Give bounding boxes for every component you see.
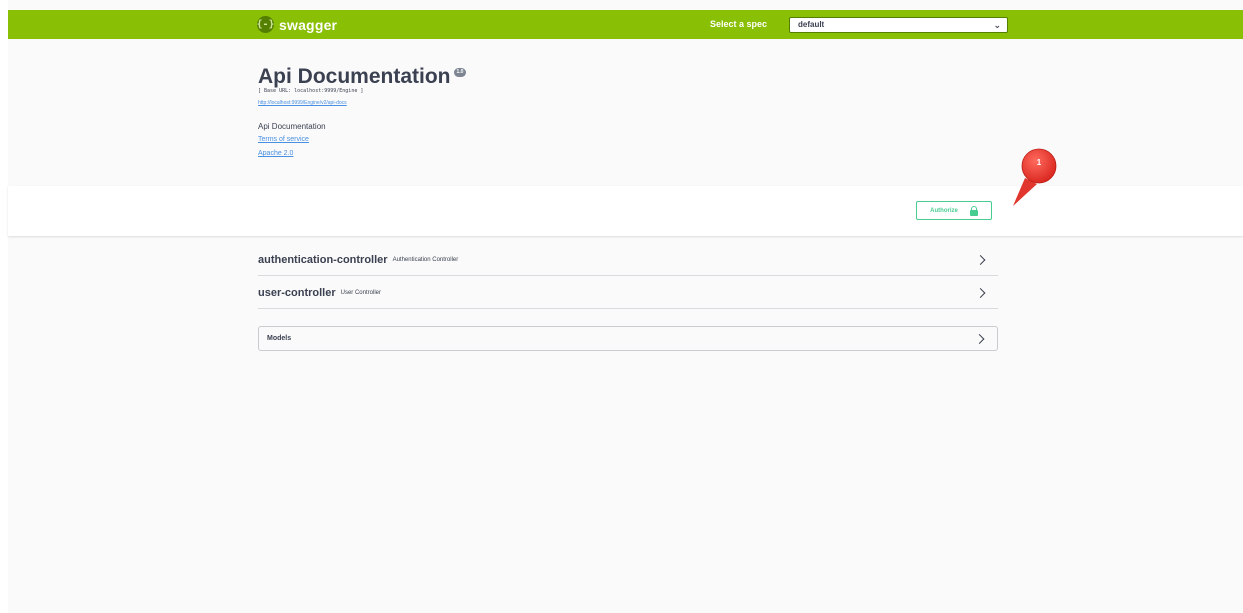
api-description: Api Documentation	[258, 122, 326, 131]
chevron-right-icon	[975, 287, 986, 298]
select-spec-label: Select a spec	[710, 19, 768, 29]
tag-authentication-controller[interactable]: authentication-controller Authentication…	[258, 244, 998, 276]
license-link[interactable]: Apache 2.0	[258, 150, 293, 157]
page-title: Api Documentation	[258, 65, 451, 88]
tag-description: User Controller	[340, 289, 381, 296]
terms-of-service-link[interactable]: Terms of service	[258, 136, 309, 143]
swagger-page: {-} swagger Select a spec default ⌄ Api …	[8, 0, 1243, 613]
base-url: [ Base URL: localhost:9999/Engine ]	[258, 88, 364, 94]
swagger-logo-text: swagger	[279, 16, 338, 33]
callout-number: 1	[1036, 158, 1042, 167]
spec-select-value: default	[798, 20, 825, 29]
authorize-label: Authorize	[930, 207, 958, 214]
models-section[interactable]: Models	[258, 326, 998, 351]
chevron-right-icon	[975, 254, 986, 265]
lock-icon	[969, 205, 978, 216]
swagger-logo[interactable]: {-} swagger	[256, 15, 338, 34]
models-title: Models	[267, 335, 292, 342]
tag-user-controller[interactable]: user-controller User Controller	[258, 277, 998, 309]
version-badge: 1.0	[453, 68, 467, 77]
spec-select[interactable]: default ⌄	[789, 17, 1008, 33]
info-title-row: Api Documentation 1.0	[258, 65, 467, 89]
tag-description: Authentication Controller	[392, 256, 459, 263]
authorize-button[interactable]: Authorize	[916, 201, 992, 220]
chevron-down-icon: ⌄	[993, 20, 1001, 30]
chevron-right-icon	[974, 333, 985, 344]
api-docs-link[interactable]: http://localhost:9999/Engine/v2/api-docs	[258, 100, 347, 106]
swagger-logo-icon: {-}	[256, 16, 275, 33]
tag-name: authentication-controller	[258, 253, 388, 266]
tag-name: user-controller	[258, 286, 336, 299]
topbar: {-} swagger Select a spec default ⌄	[8, 10, 1243, 39]
